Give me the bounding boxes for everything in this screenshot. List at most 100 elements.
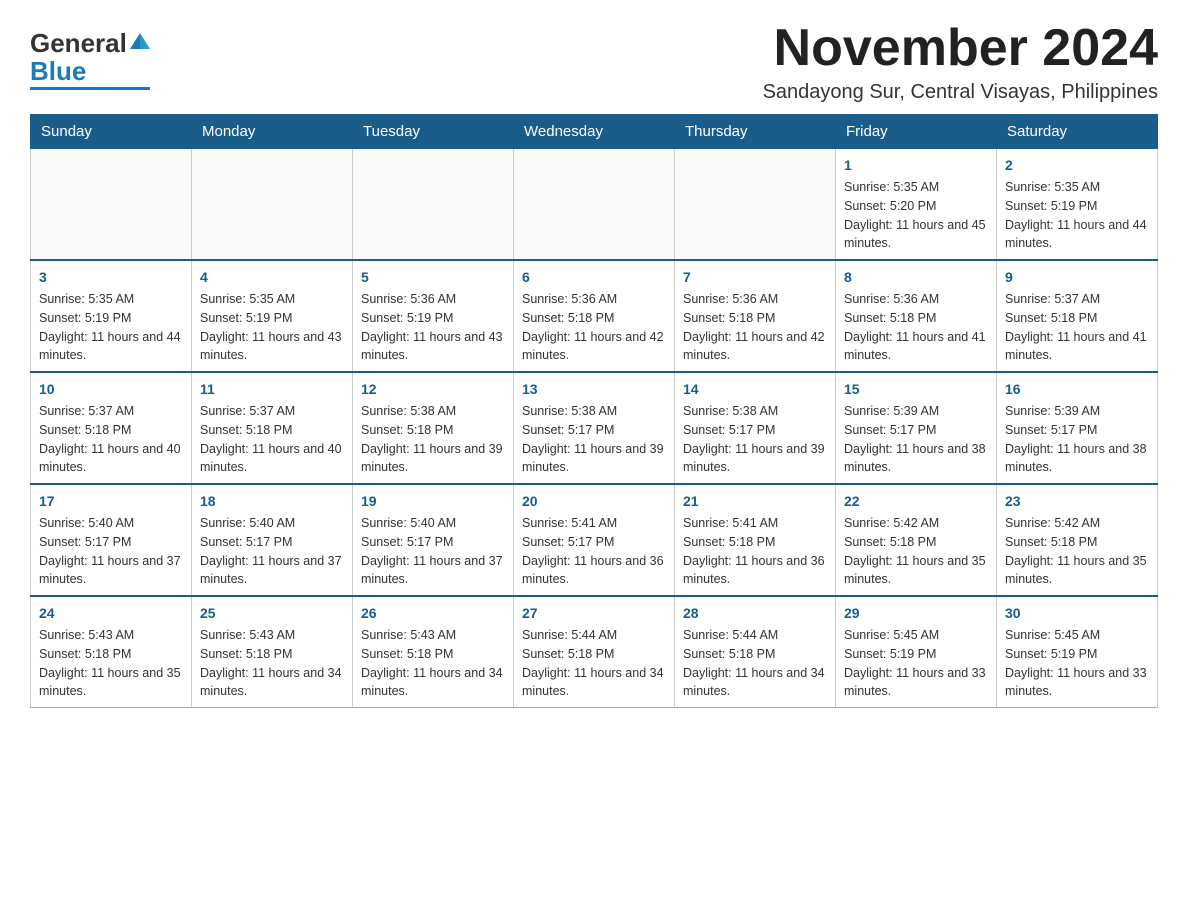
calendar-cell: 14Sunrise: 5:38 AMSunset: 5:17 PMDayligh… (675, 372, 836, 484)
day-number: 4 (200, 267, 344, 288)
day-info: Sunrise: 5:41 AMSunset: 5:17 PMDaylight:… (522, 514, 666, 589)
day-info: Sunrise: 5:42 AMSunset: 5:18 PMDaylight:… (844, 514, 988, 589)
day-info: Sunrise: 5:41 AMSunset: 5:18 PMDaylight:… (683, 514, 827, 589)
calendar-header-monday: Monday (192, 115, 353, 149)
day-number: 30 (1005, 603, 1149, 624)
calendar-cell (675, 149, 836, 261)
calendar-header-friday: Friday (836, 115, 997, 149)
calendar-cell: 29Sunrise: 5:45 AMSunset: 5:19 PMDayligh… (836, 596, 997, 708)
day-number: 8 (844, 267, 988, 288)
day-info: Sunrise: 5:44 AMSunset: 5:18 PMDaylight:… (522, 626, 666, 701)
day-info: Sunrise: 5:35 AMSunset: 5:19 PMDaylight:… (39, 290, 183, 365)
month-title: November 2024 (763, 20, 1158, 77)
day-info: Sunrise: 5:35 AMSunset: 5:19 PMDaylight:… (1005, 178, 1149, 253)
day-info: Sunrise: 5:42 AMSunset: 5:18 PMDaylight:… (1005, 514, 1149, 589)
calendar-cell: 25Sunrise: 5:43 AMSunset: 5:18 PMDayligh… (192, 596, 353, 708)
day-number: 3 (39, 267, 183, 288)
calendar-cell: 15Sunrise: 5:39 AMSunset: 5:17 PMDayligh… (836, 372, 997, 484)
day-number: 16 (1005, 379, 1149, 400)
calendar-cell: 18Sunrise: 5:40 AMSunset: 5:17 PMDayligh… (192, 484, 353, 596)
calendar-cell (31, 149, 192, 261)
day-number: 20 (522, 491, 666, 512)
day-number: 21 (683, 491, 827, 512)
calendar-cell: 13Sunrise: 5:38 AMSunset: 5:17 PMDayligh… (514, 372, 675, 484)
day-info: Sunrise: 5:37 AMSunset: 5:18 PMDaylight:… (39, 402, 183, 477)
day-info: Sunrise: 5:45 AMSunset: 5:19 PMDaylight:… (1005, 626, 1149, 701)
logo: General Blue (30, 30, 150, 90)
title-section: November 2024 Sandayong Sur, Central Vis… (763, 20, 1158, 104)
day-info: Sunrise: 5:35 AMSunset: 5:20 PMDaylight:… (844, 178, 988, 253)
logo-general: General (30, 30, 127, 56)
day-info: Sunrise: 5:38 AMSunset: 5:17 PMDaylight:… (683, 402, 827, 477)
calendar-cell: 20Sunrise: 5:41 AMSunset: 5:17 PMDayligh… (514, 484, 675, 596)
calendar-cell: 3Sunrise: 5:35 AMSunset: 5:19 PMDaylight… (31, 260, 192, 372)
day-number: 29 (844, 603, 988, 624)
calendar-week-row: 10Sunrise: 5:37 AMSunset: 5:18 PMDayligh… (31, 372, 1158, 484)
calendar-cell: 6Sunrise: 5:36 AMSunset: 5:18 PMDaylight… (514, 260, 675, 372)
day-number: 15 (844, 379, 988, 400)
calendar-cell: 4Sunrise: 5:35 AMSunset: 5:19 PMDaylight… (192, 260, 353, 372)
calendar-cell: 5Sunrise: 5:36 AMSunset: 5:19 PMDaylight… (353, 260, 514, 372)
day-number: 17 (39, 491, 183, 512)
calendar-cell: 28Sunrise: 5:44 AMSunset: 5:18 PMDayligh… (675, 596, 836, 708)
calendar-cell: 23Sunrise: 5:42 AMSunset: 5:18 PMDayligh… (997, 484, 1158, 596)
calendar-cell: 19Sunrise: 5:40 AMSunset: 5:17 PMDayligh… (353, 484, 514, 596)
calendar-cell: 22Sunrise: 5:42 AMSunset: 5:18 PMDayligh… (836, 484, 997, 596)
day-number: 26 (361, 603, 505, 624)
day-number: 14 (683, 379, 827, 400)
calendar-cell: 8Sunrise: 5:36 AMSunset: 5:18 PMDaylight… (836, 260, 997, 372)
calendar-week-row: 1Sunrise: 5:35 AMSunset: 5:20 PMDaylight… (31, 149, 1158, 261)
calendar-header-tuesday: Tuesday (353, 115, 514, 149)
page-header: General Blue November 2024 Sandayong Sur… (30, 20, 1158, 104)
day-number: 22 (844, 491, 988, 512)
day-number: 27 (522, 603, 666, 624)
calendar-cell: 26Sunrise: 5:43 AMSunset: 5:18 PMDayligh… (353, 596, 514, 708)
calendar-cell: 24Sunrise: 5:43 AMSunset: 5:18 PMDayligh… (31, 596, 192, 708)
day-info: Sunrise: 5:44 AMSunset: 5:18 PMDaylight:… (683, 626, 827, 701)
calendar-cell: 11Sunrise: 5:37 AMSunset: 5:18 PMDayligh… (192, 372, 353, 484)
day-info: Sunrise: 5:36 AMSunset: 5:18 PMDaylight:… (683, 290, 827, 365)
day-number: 19 (361, 491, 505, 512)
calendar-cell: 12Sunrise: 5:38 AMSunset: 5:18 PMDayligh… (353, 372, 514, 484)
day-info: Sunrise: 5:43 AMSunset: 5:18 PMDaylight:… (361, 626, 505, 701)
day-info: Sunrise: 5:39 AMSunset: 5:17 PMDaylight:… (844, 402, 988, 477)
calendar-header-row: SundayMondayTuesdayWednesdayThursdayFrid… (31, 115, 1158, 149)
day-number: 1 (844, 155, 988, 176)
calendar-cell (192, 149, 353, 261)
day-number: 25 (200, 603, 344, 624)
day-info: Sunrise: 5:36 AMSunset: 5:18 PMDaylight:… (522, 290, 666, 365)
day-number: 23 (1005, 491, 1149, 512)
day-info: Sunrise: 5:39 AMSunset: 5:17 PMDaylight:… (1005, 402, 1149, 477)
calendar-cell: 10Sunrise: 5:37 AMSunset: 5:18 PMDayligh… (31, 372, 192, 484)
day-number: 10 (39, 379, 183, 400)
day-info: Sunrise: 5:37 AMSunset: 5:18 PMDaylight:… (1005, 290, 1149, 365)
day-number: 12 (361, 379, 505, 400)
calendar-header-thursday: Thursday (675, 115, 836, 149)
calendar-cell: 21Sunrise: 5:41 AMSunset: 5:18 PMDayligh… (675, 484, 836, 596)
logo-line (30, 87, 150, 90)
location-title: Sandayong Sur, Central Visayas, Philippi… (763, 81, 1158, 104)
day-info: Sunrise: 5:36 AMSunset: 5:18 PMDaylight:… (844, 290, 988, 365)
day-number: 11 (200, 379, 344, 400)
day-info: Sunrise: 5:40 AMSunset: 5:17 PMDaylight:… (361, 514, 505, 589)
calendar-cell (514, 149, 675, 261)
day-number: 24 (39, 603, 183, 624)
day-number: 18 (200, 491, 344, 512)
day-info: Sunrise: 5:38 AMSunset: 5:18 PMDaylight:… (361, 402, 505, 477)
logo-blue: Blue (30, 58, 86, 84)
day-info: Sunrise: 5:37 AMSunset: 5:18 PMDaylight:… (200, 402, 344, 477)
day-info: Sunrise: 5:45 AMSunset: 5:19 PMDaylight:… (844, 626, 988, 701)
day-info: Sunrise: 5:40 AMSunset: 5:17 PMDaylight:… (200, 514, 344, 589)
calendar-week-row: 3Sunrise: 5:35 AMSunset: 5:19 PMDaylight… (31, 260, 1158, 372)
day-number: 2 (1005, 155, 1149, 176)
calendar-cell (353, 149, 514, 261)
day-info: Sunrise: 5:43 AMSunset: 5:18 PMDaylight:… (39, 626, 183, 701)
day-number: 5 (361, 267, 505, 288)
calendar: SundayMondayTuesdayWednesdayThursdayFrid… (30, 114, 1158, 708)
calendar-cell: 17Sunrise: 5:40 AMSunset: 5:17 PMDayligh… (31, 484, 192, 596)
calendar-header-wednesday: Wednesday (514, 115, 675, 149)
calendar-cell: 7Sunrise: 5:36 AMSunset: 5:18 PMDaylight… (675, 260, 836, 372)
calendar-week-row: 24Sunrise: 5:43 AMSunset: 5:18 PMDayligh… (31, 596, 1158, 708)
day-number: 28 (683, 603, 827, 624)
calendar-header-sunday: Sunday (31, 115, 192, 149)
